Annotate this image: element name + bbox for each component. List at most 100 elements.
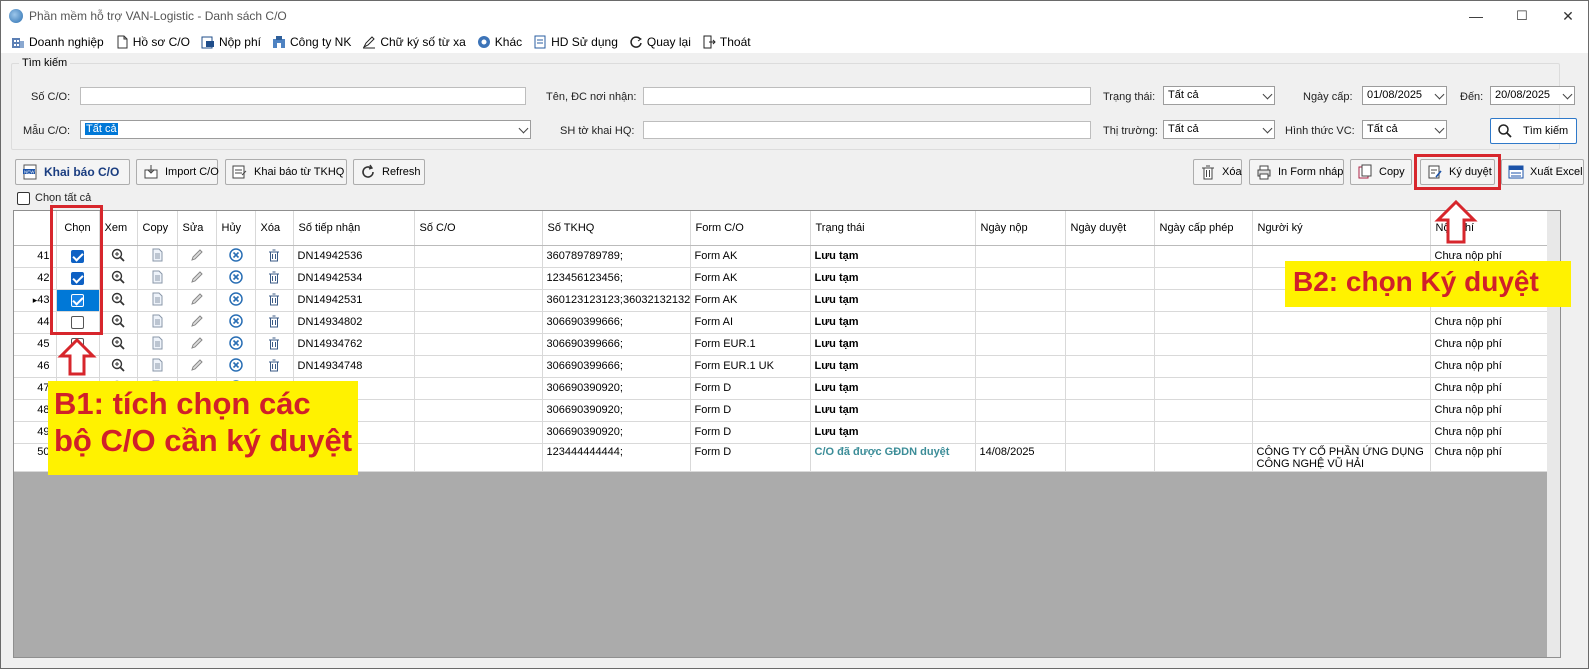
refresh-button[interactable]: Refresh	[353, 159, 425, 185]
menu-chu-ky-so[interactable]: Chữ ký số từ xa	[362, 35, 466, 49]
copy-icon[interactable]	[150, 292, 164, 309]
column-header[interactable]: Ngày nộp	[975, 211, 1066, 246]
pencil-icon[interactable]	[190, 314, 204, 331]
column-header[interactable]: Ngày cấp phép	[1154, 211, 1253, 246]
view-zoom-icon[interactable]	[111, 292, 125, 309]
cancel-icon[interactable]	[228, 291, 243, 309]
table-row[interactable]: 44 DN14934802 306690399666; Form AI Lưu tạm C…	[14, 311, 1551, 334]
sua-cell[interactable]	[177, 267, 217, 290]
copy-icon[interactable]	[150, 358, 164, 375]
huy-cell[interactable]	[216, 311, 256, 334]
huy-cell[interactable]	[216, 245, 256, 268]
xoa-cell[interactable]	[255, 289, 294, 312]
xoa-button[interactable]: Xóa	[1193, 159, 1242, 185]
column-header[interactable]: Số tiếp nhận	[293, 211, 415, 246]
view-zoom-icon[interactable]	[111, 358, 125, 375]
close-button[interactable]: ✕	[1545, 1, 1588, 31]
cancel-icon[interactable]	[228, 357, 243, 375]
view-zoom-icon[interactable]	[111, 314, 125, 331]
trang-thai-select[interactable]: Tất cả	[1163, 86, 1275, 105]
copy-icon[interactable]	[150, 270, 164, 287]
khai-bao-co-button[interactable]: NEW Khai báo C/O	[15, 159, 130, 185]
search-button[interactable]: Tìm kiếm	[1490, 118, 1577, 144]
copy-cell[interactable]	[137, 311, 178, 334]
xem-cell[interactable]	[99, 245, 138, 268]
trash-icon[interactable]	[267, 314, 281, 331]
column-header[interactable]: Số TKHQ	[542, 211, 691, 246]
view-zoom-icon[interactable]	[111, 248, 125, 265]
menu-khac[interactable]: Khác	[477, 35, 522, 49]
copy-cell[interactable]	[137, 333, 178, 356]
xem-cell[interactable]	[99, 311, 138, 334]
table-row[interactable]: 46 DN14934748 306690399666; Form EUR.1 UK Lư…	[14, 355, 1551, 378]
xoa-cell[interactable]	[255, 355, 294, 378]
column-header[interactable]: Copy	[137, 211, 178, 246]
column-header[interactable]: Trạng thái	[810, 211, 976, 246]
copy-cell[interactable]	[137, 289, 178, 312]
xoa-cell[interactable]	[255, 311, 294, 334]
copy-icon[interactable]	[150, 314, 164, 331]
menu-cong-ty-nk[interactable]: Công ty NK	[272, 35, 351, 49]
cancel-icon[interactable]	[228, 313, 243, 331]
xem-cell[interactable]	[99, 333, 138, 356]
column-header[interactable]: Số C/O	[414, 211, 543, 246]
copy-cell[interactable]	[137, 355, 178, 378]
menu-hd-su-dung[interactable]: HD Sử dụng	[533, 35, 618, 49]
sua-cell[interactable]	[177, 333, 217, 356]
sh-to-khai-input[interactable]	[643, 121, 1091, 139]
xem-cell[interactable]	[99, 289, 138, 312]
in-form-nhap-button[interactable]: In Form nháp	[1249, 159, 1344, 185]
sua-cell[interactable]	[177, 355, 217, 378]
pencil-icon[interactable]	[190, 358, 204, 375]
copy-icon[interactable]	[150, 336, 164, 353]
pencil-icon[interactable]	[190, 248, 204, 265]
menu-doanh-nghiep[interactable]: Doanh nghiệp	[11, 35, 104, 49]
sua-cell[interactable]	[177, 245, 217, 268]
maximize-button[interactable]: ☐	[1499, 1, 1545, 31]
pencil-icon[interactable]	[190, 270, 204, 287]
trash-icon[interactable]	[267, 270, 281, 287]
sua-cell[interactable]	[177, 311, 217, 334]
trash-icon[interactable]	[267, 336, 281, 353]
import-co-button[interactable]: Import C/O	[136, 159, 219, 185]
column-header[interactable]: Xóa	[255, 211, 294, 246]
copy-cell[interactable]	[137, 245, 178, 268]
column-header[interactable]: Ngày duyệt	[1065, 211, 1155, 246]
minimize-button[interactable]: —	[1453, 1, 1499, 31]
column-header[interactable]: Form C/O	[690, 211, 811, 246]
ngay-cap-picker[interactable]: 01/08/2025	[1362, 86, 1447, 105]
sua-cell[interactable]	[177, 289, 217, 312]
view-zoom-icon[interactable]	[111, 270, 125, 287]
view-zoom-icon[interactable]	[111, 336, 125, 353]
mau-co-select[interactable]: Tất cả	[80, 120, 531, 139]
column-header[interactable]: Người ký	[1252, 211, 1431, 246]
xuat-excel-button[interactable]: Xuất Excel	[1501, 159, 1584, 185]
xoa-cell[interactable]	[255, 267, 294, 290]
xem-cell[interactable]	[99, 267, 138, 290]
column-header[interactable]: Xem	[99, 211, 138, 246]
so-co-input[interactable]	[80, 87, 526, 105]
chon-tat-ca-checkbox[interactable]	[17, 192, 30, 205]
copy-icon[interactable]	[150, 248, 164, 265]
den-picker[interactable]: 20/08/2025	[1490, 86, 1575, 105]
pencil-icon[interactable]	[190, 336, 204, 353]
thi-truong-select[interactable]: Tất cả	[1163, 120, 1275, 139]
huy-cell[interactable]	[216, 289, 256, 312]
ten-dc-input[interactable]	[643, 87, 1091, 105]
menu-thoat[interactable]: Thoát	[702, 35, 751, 49]
cancel-icon[interactable]	[228, 335, 243, 353]
trash-icon[interactable]	[267, 248, 281, 265]
pencil-icon[interactable]	[190, 292, 204, 309]
cancel-icon[interactable]	[228, 269, 243, 287]
xoa-cell[interactable]	[255, 333, 294, 356]
huy-cell[interactable]	[216, 333, 256, 356]
cancel-icon[interactable]	[228, 247, 243, 265]
table-row[interactable]: 45 DN14934762 306690399666; Form EUR.1 Lưu t…	[14, 333, 1551, 356]
column-header[interactable]: Hủy	[216, 211, 256, 246]
xem-cell[interactable]	[99, 355, 138, 378]
copy-cell[interactable]	[137, 267, 178, 290]
huy-cell[interactable]	[216, 355, 256, 378]
trash-icon[interactable]	[267, 292, 281, 309]
menu-nop-phi[interactable]: Nộp phí	[201, 35, 261, 49]
khai-bao-tkhq-button[interactable]: Khai báo từ TKHQ	[225, 159, 347, 185]
